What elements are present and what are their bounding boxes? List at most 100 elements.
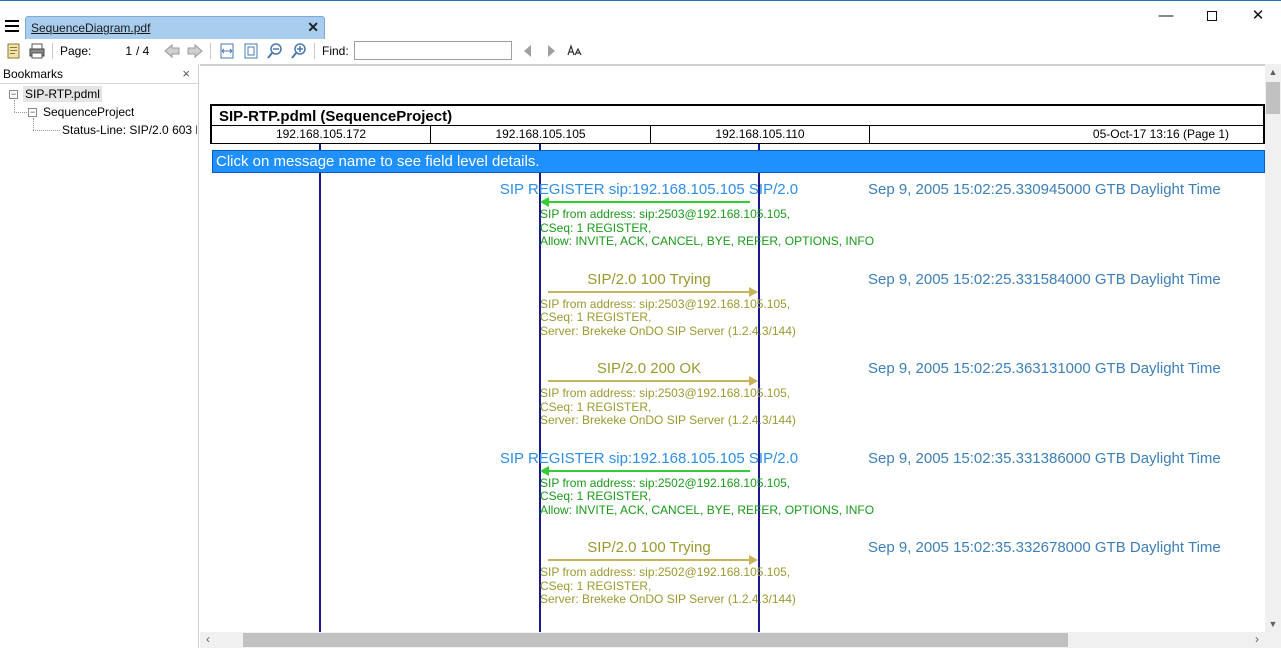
message-name-link[interactable]: SIP REGISTER sip:192.168.105.105 SIP/2.0 xyxy=(500,450,798,467)
lifeline xyxy=(319,144,321,632)
message-timestamp: Sep 9, 2005 15:02:25.330945000 GTB Dayli… xyxy=(868,181,1221,198)
tree-connector xyxy=(14,100,15,112)
arrow-head xyxy=(540,465,549,476)
message-detail-line: SIP from address: sip:2503@192.168.105.1… xyxy=(540,296,791,311)
find-previous-icon[interactable] xyxy=(519,42,537,60)
message-detail-line: CSeq: 1 REGISTER, xyxy=(540,578,652,593)
minimize-button[interactable]: — xyxy=(1143,5,1189,27)
message-detail-line: Server: Brekeke OnDO SIP Server (1.2.4.3… xyxy=(540,592,796,606)
vertical-scrollbar[interactable]: ▲ ▼ xyxy=(1265,64,1281,632)
diagram-page: SIP-RTP.pdml (SequenceProject) 192.168.1… xyxy=(210,104,1265,632)
bookmarks-close-icon[interactable]: × xyxy=(182,66,190,81)
message-detail-line: Server: Brekeke OnDO SIP Server (1.2.4.3… xyxy=(540,323,796,338)
message-detail-line: Server: Brekeke OnDO SIP Server (1.2.4.3… xyxy=(540,413,796,427)
message-arrow xyxy=(548,201,750,203)
tab-close-icon[interactable]: ✕ xyxy=(307,19,319,36)
message-details: SIP from address: sip:2503@192.168.105.1… xyxy=(540,386,796,428)
message-timestamp: Sep 9, 2005 15:02:25.331584000 GTB Dayli… xyxy=(868,270,1221,288)
zoom-in-icon[interactable] xyxy=(290,42,308,60)
message-details: SIP from address: sip:2502@192.168.105.1… xyxy=(540,475,875,518)
message-details: SIP from address: sip:2503@192.168.105.1… xyxy=(540,207,875,249)
host-cell: 192.168.105.110 xyxy=(651,126,870,143)
vertical-scroll-thumb[interactable] xyxy=(1266,82,1280,114)
maximize-icon xyxy=(1207,11,1217,21)
tree-connector xyxy=(33,130,60,131)
fit-width-icon[interactable] xyxy=(218,42,236,60)
message-detail-line: CSeq: 1 REGISTER, xyxy=(540,220,652,235)
scroll-down-icon[interactable]: ▼ xyxy=(1265,616,1281,632)
message-detail-line: Allow: INVITE, ACK, CANCEL, BYE, REFER, … xyxy=(540,502,875,517)
message-arrow xyxy=(548,380,750,382)
tree-toggle-icon[interactable]: − xyxy=(9,90,18,99)
previous-page-icon[interactable] xyxy=(163,42,181,60)
message-timestamp: Sep 9, 2005 15:02:35.332678000 GTB Dayli… xyxy=(868,539,1221,556)
message-detail-line: CSeq: 1 REGISTER, xyxy=(540,310,652,324)
arrow-head xyxy=(749,376,758,386)
tree-toggle-icon[interactable]: − xyxy=(28,108,37,117)
find-next-icon[interactable] xyxy=(542,42,560,60)
toolbar-separator xyxy=(314,43,315,59)
horizontal-scrollbar[interactable]: ‹ › xyxy=(200,632,1265,648)
scroll-left-icon[interactable]: ‹ xyxy=(200,632,216,648)
arrow-head xyxy=(749,555,758,565)
page-label: Page: xyxy=(60,44,92,58)
toolbar: Page: / 4 Find: xyxy=(0,39,1281,63)
document-view[interactable]: SIP-RTP.pdml (SequenceProject) 192.168.1… xyxy=(200,64,1265,632)
scroll-right-icon[interactable]: › xyxy=(1249,632,1265,648)
page-number-input[interactable] xyxy=(96,42,132,60)
toolbar-separator xyxy=(210,43,211,59)
bookmark-item-status-line[interactable]: Status-Line: SIP/2.0 603 Declined xyxy=(62,123,197,137)
diagram-title: SIP-RTP.pdml (SequenceProject) xyxy=(219,108,453,125)
bookmarks-header: Bookmarks × xyxy=(0,64,199,84)
menu-icon[interactable] xyxy=(5,20,19,32)
message-detail-line: SIP from address: sip:2503@192.168.105.1… xyxy=(540,207,791,221)
diagram-date: 05-Oct-17 13:16 (Page 1) xyxy=(1092,127,1229,141)
host-cell: 192.168.105.105 xyxy=(431,126,651,143)
arrow-head xyxy=(749,286,758,297)
message-detail-line: SIP from address: sip:2502@192.168.105.1… xyxy=(540,475,791,490)
message-detail-line: CSeq: 1 REGISTER, xyxy=(540,489,652,503)
message-detail-line: SIP from address: sip:2503@192.168.105.1… xyxy=(540,386,791,400)
message-name-link[interactable]: SIP/2.0 100 Trying xyxy=(587,539,710,556)
find-label: Find: xyxy=(322,44,349,58)
message-name-link[interactable]: SIP/2.0 100 Trying xyxy=(587,271,710,288)
fit-page-icon[interactable] xyxy=(242,42,260,60)
bookmarks-title: Bookmarks xyxy=(3,67,64,81)
message-detail-line: SIP from address: sip:2502@192.168.105.1… xyxy=(540,565,791,579)
message-timestamp: Sep 9, 2005 15:02:35.331386000 GTB Dayli… xyxy=(868,449,1221,467)
info-banner: Click on message name to see field level… xyxy=(212,150,1265,173)
message-timestamp: Sep 9, 2005 15:02:25.363131000 GTB Dayli… xyxy=(868,360,1221,377)
document-tab-label: SequenceDiagram.pdf xyxy=(31,21,151,35)
zoom-out-icon[interactable] xyxy=(266,42,284,60)
host-cell: 192.168.105.172 xyxy=(212,126,431,143)
maximize-button[interactable] xyxy=(1189,5,1235,27)
close-window-button[interactable]: ✕ xyxy=(1235,5,1281,27)
scroll-up-icon[interactable]: ▲ xyxy=(1265,64,1281,80)
message-name-link[interactable]: SIP REGISTER sip:192.168.105.105 SIP/2.0 xyxy=(500,181,798,198)
host-header-row: 192.168.105.172 192.168.105.105 192.168.… xyxy=(210,126,1265,144)
message-arrow xyxy=(548,559,750,561)
tree-connector xyxy=(14,112,27,113)
find-input[interactable] xyxy=(354,41,512,60)
match-case-icon[interactable] xyxy=(566,42,584,60)
toolbar-separator xyxy=(52,43,53,59)
document-tab[interactable]: SequenceDiagram.pdf ✕ xyxy=(25,16,325,39)
message-details: SIP from address: sip:2503@192.168.105.1… xyxy=(540,296,796,339)
message-detail-line: CSeq: 1 REGISTER, xyxy=(540,399,652,414)
diagram-title-row: SIP-RTP.pdml (SequenceProject) xyxy=(210,104,1265,126)
message-name-link[interactable]: SIP/2.0 200 OK xyxy=(597,360,701,377)
page-total: / 4 xyxy=(136,44,150,58)
horizontal-scroll-thumb[interactable] xyxy=(243,633,1068,647)
scrollbar-corner xyxy=(1265,632,1281,648)
message-arrow xyxy=(548,469,750,472)
title-bar: SequenceDiagram.pdf ✕ — ✕ xyxy=(0,0,1281,39)
message-detail-line: Allow: INVITE, ACK, CANCEL, BYE, REFER, … xyxy=(540,234,875,248)
next-page-icon[interactable] xyxy=(186,42,204,60)
tree-connector xyxy=(33,118,34,130)
bookmark-item-project[interactable]: SequenceProject xyxy=(43,105,134,119)
open-file-icon[interactable] xyxy=(5,42,23,60)
bookmark-item-root[interactable]: SIP-RTP.pdml xyxy=(23,86,102,102)
message-details: SIP from address: sip:2502@192.168.105.1… xyxy=(540,565,796,607)
bookmarks-panel: Bookmarks × − SIP-RTP.pdml − SequencePro… xyxy=(0,64,199,648)
print-icon[interactable] xyxy=(28,42,46,60)
